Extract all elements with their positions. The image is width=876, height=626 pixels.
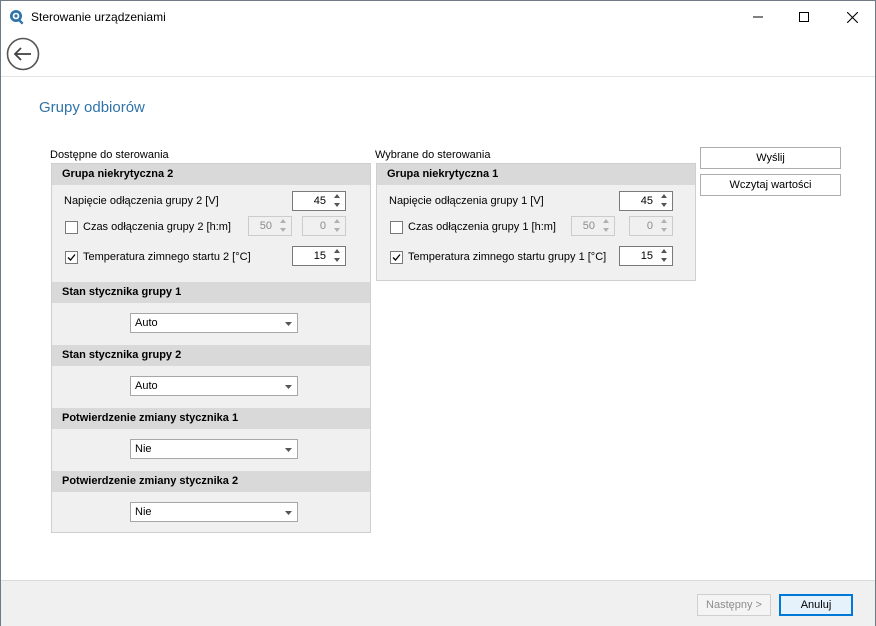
selected-caption: Wybrane do sterowania xyxy=(375,149,491,161)
selected-panel: Grupa niekrytyczna 1 Napięcie odłączenia… xyxy=(376,163,696,281)
confirm2-select[interactable]: Nie xyxy=(130,502,298,522)
contactor2-header: Stan stycznika grupy 2 xyxy=(52,345,370,366)
close-button[interactable] xyxy=(829,1,875,33)
contactor1-select[interactable]: Auto xyxy=(130,313,298,333)
spin-up-icon[interactable] xyxy=(657,247,672,256)
spin-down-icon[interactable] xyxy=(276,226,291,235)
checkmark-icon xyxy=(67,254,76,261)
voltage-label: Napięcie odłączenia grupy 1 [V] xyxy=(389,195,544,207)
voltage-value: 45 xyxy=(313,195,326,207)
confirm1-select[interactable]: Nie xyxy=(130,439,298,459)
page-title: Grupy odbiorów xyxy=(39,99,145,116)
time-checkbox[interactable] xyxy=(390,221,403,234)
load-values-button[interactable]: Wczytaj wartości xyxy=(700,174,841,196)
spin-down-icon[interactable] xyxy=(599,226,614,235)
temp-label: Temperatura zimnego startu grupy 1 [°C] xyxy=(408,251,607,263)
time-label: Czas odłączenia grupy 1 [h:m] xyxy=(408,221,556,233)
confirm1-header: Potwierdzenie zmiany stycznika 1 xyxy=(52,408,370,429)
dropdown-arrow-icon xyxy=(285,322,292,326)
spin-down-icon[interactable] xyxy=(330,256,345,265)
maximize-icon xyxy=(799,12,809,22)
temp-value: 15 xyxy=(640,250,653,262)
time-hours-spinner[interactable]: 50 xyxy=(571,216,615,236)
contactor2-select[interactable]: Auto xyxy=(130,376,298,396)
arrow-left-icon xyxy=(6,37,40,71)
confirm2-header: Potwierdzenie zmiany stycznika 2 xyxy=(52,471,370,492)
spin-up-icon[interactable] xyxy=(599,217,614,226)
spin-up-icon[interactable] xyxy=(657,217,672,226)
time-hours-value: 50 xyxy=(259,220,272,232)
title-bar: Sterowanie urządzeniami xyxy=(1,1,875,33)
spin-up-icon[interactable] xyxy=(657,192,672,201)
maximize-button[interactable] xyxy=(781,1,827,33)
temp-spinner[interactable]: 15 xyxy=(619,246,673,266)
spin-down-icon[interactable] xyxy=(657,256,672,265)
temp-label: Temperatura zimnego startu 2 [°C] xyxy=(83,251,251,263)
checkmark-icon xyxy=(392,254,401,261)
app-icon xyxy=(9,9,25,25)
spin-down-icon[interactable] xyxy=(330,226,345,235)
spin-up-icon[interactable] xyxy=(330,217,345,226)
time-hours-spinner[interactable]: 50 xyxy=(248,216,292,236)
minimize-icon xyxy=(753,12,763,22)
group-header: Grupa niekrytyczna 1 xyxy=(377,164,695,185)
dropdown-arrow-icon xyxy=(285,385,292,389)
spin-up-icon[interactable] xyxy=(330,192,345,201)
spin-up-icon[interactable] xyxy=(330,247,345,256)
time-minutes-spinner[interactable]: 0 xyxy=(629,216,673,236)
available-caption: Dostępne do sterowania xyxy=(50,149,169,161)
time-hours-value: 50 xyxy=(582,220,595,232)
confirm1-value: Nie xyxy=(135,443,152,455)
spin-up-icon[interactable] xyxy=(276,217,291,226)
app-window: Sterowanie urządzeniami Grupy odbiorów D… xyxy=(0,0,876,626)
contactor1-header: Stan stycznika grupy 1 xyxy=(52,282,370,303)
confirm2-value: Nie xyxy=(135,506,152,518)
temp-checkbox[interactable] xyxy=(65,251,78,264)
temp-value: 15 xyxy=(313,250,326,262)
toolbar xyxy=(1,33,875,77)
temp-spinner[interactable]: 15 xyxy=(292,246,346,266)
back-button[interactable] xyxy=(6,37,40,71)
group-header: Grupa niekrytyczna 2 xyxy=(52,164,370,185)
time-minutes-value: 0 xyxy=(319,220,326,232)
spin-down-icon[interactable] xyxy=(657,226,672,235)
time-label: Czas odłączenia grupy 2 [h:m] xyxy=(83,221,231,233)
voltage-label: Napięcie odłączenia grupy 2 [V] xyxy=(64,195,219,207)
spin-down-icon[interactable] xyxy=(657,201,672,210)
temp-checkbox[interactable] xyxy=(390,251,403,264)
next-button[interactable]: Następny > xyxy=(697,594,771,616)
voltage-spinner[interactable]: 45 xyxy=(619,191,673,211)
close-icon xyxy=(846,11,858,23)
dropdown-arrow-icon xyxy=(285,511,292,515)
available-panel: Grupa niekrytyczna 2 Napięcie odłączenia… xyxy=(51,163,371,533)
minimize-button[interactable] xyxy=(735,1,781,33)
contactor2-value: Auto xyxy=(135,380,158,392)
window-title: Sterowanie urządzeniami xyxy=(31,10,166,24)
footer-bar: Następny > Anuluj xyxy=(1,580,875,626)
contactor1-value: Auto xyxy=(135,317,158,329)
voltage-value: 45 xyxy=(640,195,653,207)
send-button[interactable]: Wyślij xyxy=(700,147,841,169)
spin-down-icon[interactable] xyxy=(330,201,345,210)
time-checkbox[interactable] xyxy=(65,221,78,234)
dropdown-arrow-icon xyxy=(285,448,292,452)
voltage-spinner[interactable]: 45 xyxy=(292,191,346,211)
time-minutes-spinner[interactable]: 0 xyxy=(302,216,346,236)
cancel-button[interactable]: Anuluj xyxy=(779,594,853,616)
time-minutes-value: 0 xyxy=(646,220,653,232)
